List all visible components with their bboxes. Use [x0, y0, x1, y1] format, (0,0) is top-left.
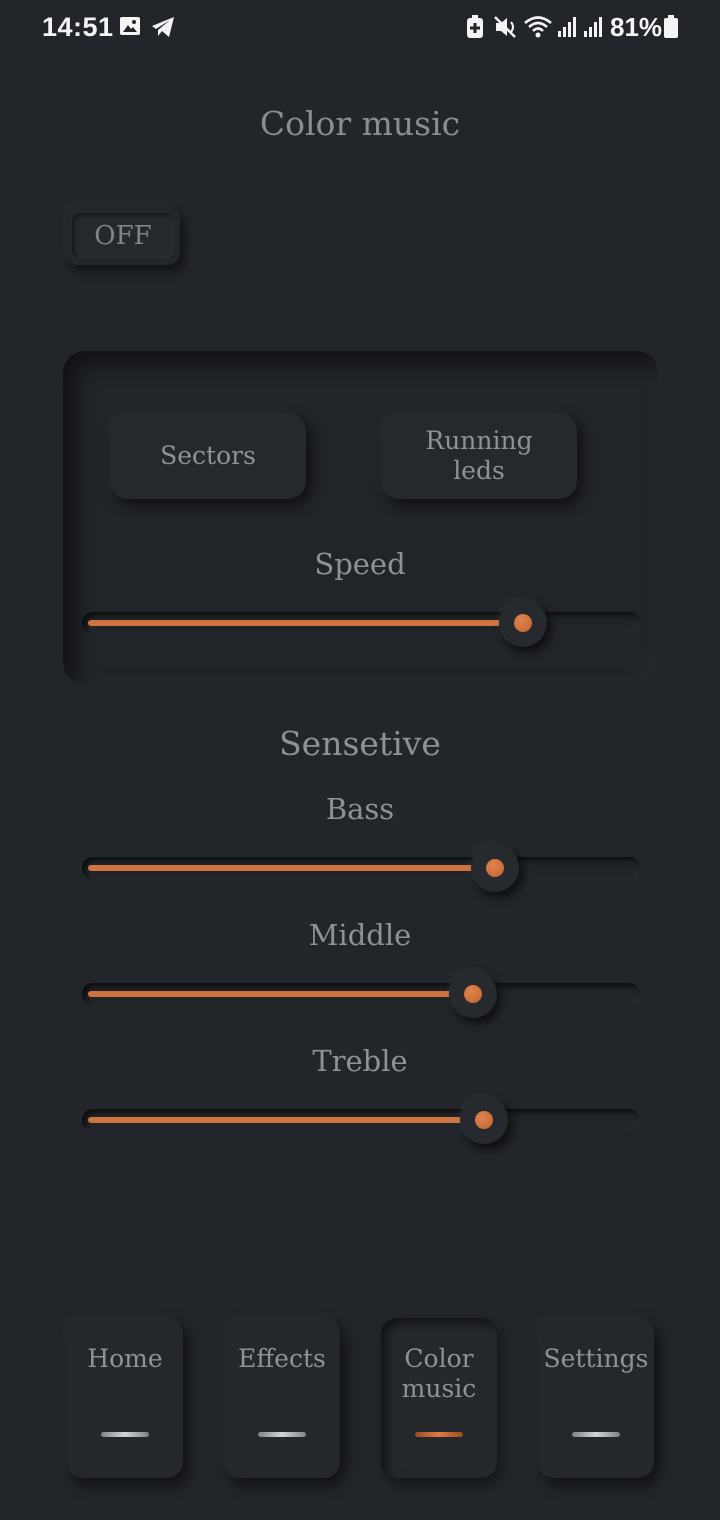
slider-fill — [88, 1117, 484, 1123]
sensitivity-heading: Sensetive — [279, 724, 441, 763]
slider-thumb[interactable] — [471, 844, 519, 892]
middle-slider[interactable] — [82, 970, 640, 1018]
wifi-icon — [523, 15, 553, 43]
slider-fill — [88, 620, 523, 626]
signal-icon-2 — [582, 15, 604, 43]
mute-icon — [493, 15, 519, 43]
mode-sectors-label: Sectors — [160, 441, 256, 470]
nav-effects-button[interactable]: Effects — [224, 1318, 340, 1478]
treble-slider[interactable] — [82, 1096, 640, 1144]
slider-thumb[interactable] — [499, 599, 547, 647]
telegram-icon — [150, 15, 176, 43]
nav-indicator — [101, 1432, 149, 1437]
treble-label: Treble — [312, 1044, 408, 1078]
nav-indicator — [572, 1432, 620, 1437]
slider-thumb[interactable] — [449, 970, 497, 1018]
middle-label: Middle — [308, 918, 412, 952]
slider-fill — [88, 865, 495, 871]
nav-settings-label: Settings — [543, 1344, 649, 1373]
nav-indicator — [258, 1432, 306, 1437]
mode-sectors-button[interactable]: Sectors — [110, 413, 306, 499]
status-bar: 14:51 81% — [0, 0, 720, 56]
nav-indicator — [415, 1432, 463, 1437]
nav-effects-label: Effects — [238, 1344, 326, 1373]
status-time: 14:51 — [42, 12, 114, 42]
battery-percent: 81% — [610, 12, 663, 42]
battery-saver-icon — [466, 15, 484, 43]
speed-label: Speed — [314, 547, 406, 581]
nav-color-music-label: Color music — [401, 1344, 477, 1403]
gallery-icon — [119, 15, 141, 41]
battery-icon — [663, 15, 679, 43]
power-toggle-label: OFF — [72, 213, 174, 259]
signal-icon — [556, 15, 578, 43]
nav-home-label: Home — [87, 1344, 163, 1373]
bass-slider[interactable] — [82, 844, 640, 892]
slider-thumb[interactable] — [460, 1096, 508, 1144]
speed-slider[interactable] — [82, 599, 640, 647]
power-toggle-button[interactable]: OFF — [66, 207, 180, 265]
mode-running-leds-button[interactable]: Running leds — [381, 413, 577, 499]
mode-panel: Sectors Running leds — [63, 351, 658, 684]
bass-label: Bass — [325, 792, 395, 826]
mode-running-leds-label: Running leds — [425, 426, 533, 485]
slider-fill — [88, 991, 473, 997]
nav-home-button[interactable]: Home — [67, 1318, 183, 1478]
nav-color-music-button[interactable]: Color music — [381, 1318, 497, 1478]
nav-settings-button[interactable]: Settings — [538, 1318, 654, 1478]
page-title: Color music — [259, 104, 461, 143]
